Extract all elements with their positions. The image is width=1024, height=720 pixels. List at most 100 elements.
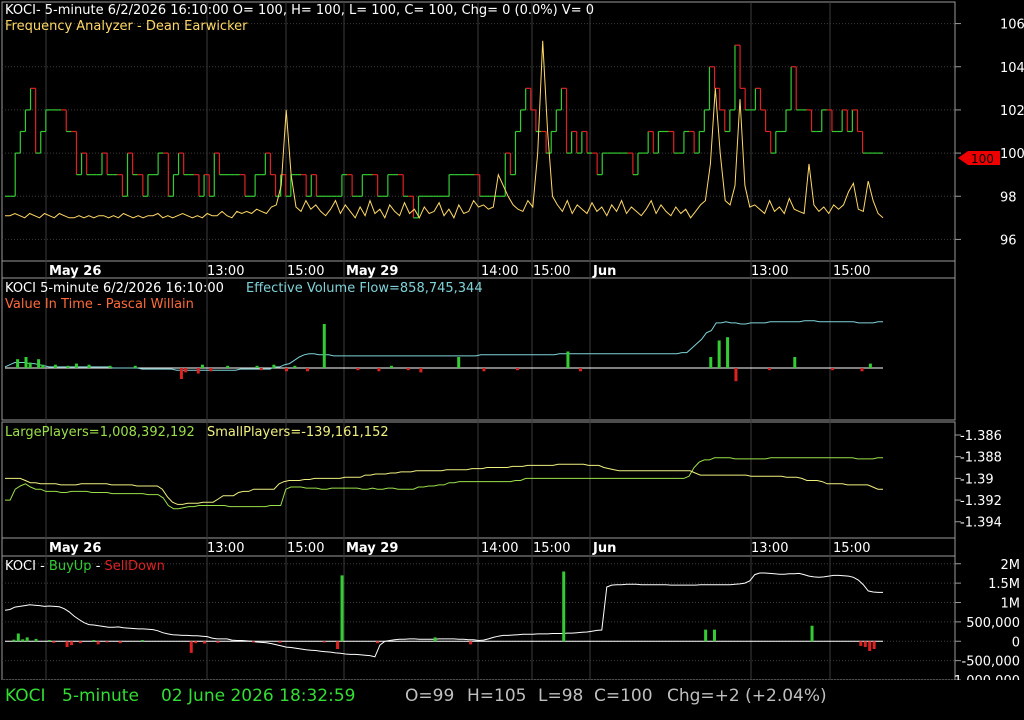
volume-bar xyxy=(709,357,713,368)
buyup-selldown-bar xyxy=(70,641,74,646)
y-tick-label: 0 xyxy=(1012,635,1020,650)
volume-bar xyxy=(272,364,276,368)
volume-bar xyxy=(41,364,45,368)
panel2-subtitle: Value In Time - Pascal Willain xyxy=(5,297,194,312)
x-tick-label: 15:00 xyxy=(833,264,870,279)
footer-low: L=98 xyxy=(538,686,584,706)
buyup-selldown-bar xyxy=(433,637,437,642)
y-tick-label: -1.386 xyxy=(960,429,1002,444)
volume-bar xyxy=(419,368,423,373)
large-players-label: LargePlayers=1,008,392,192 xyxy=(5,425,195,440)
y-tick-label: 100 xyxy=(1000,147,1024,162)
x-tick-label: 13:00 xyxy=(751,264,788,279)
buyup-selldown-bar xyxy=(712,629,716,642)
volume-bar xyxy=(305,368,309,372)
buyup-selldown-bar xyxy=(340,575,344,642)
x-tick-label: Jun xyxy=(592,541,616,556)
volume-bar xyxy=(293,365,297,368)
volume-bar xyxy=(482,368,486,372)
volume-bar xyxy=(37,359,41,368)
footer-symbol: KOCI xyxy=(5,686,46,706)
buyup-selldown-bar xyxy=(34,638,38,642)
buyup-selldown-bar xyxy=(12,639,16,642)
x-tick-label: 14:00 xyxy=(481,541,518,556)
x-tick-label: May 26 xyxy=(49,541,101,556)
volume-bar xyxy=(184,368,188,373)
footer-datetime: 02 June 2026 18:32:59 xyxy=(161,686,356,706)
volume-bar xyxy=(726,337,730,368)
buyup-selldown-bar xyxy=(322,641,326,643)
volume-bar xyxy=(200,364,204,368)
buyup-selldown-bar xyxy=(140,640,144,642)
panel4-title-sep: - xyxy=(96,559,101,574)
buyup-selldown-bar xyxy=(375,641,379,644)
price-marker-label: 100 xyxy=(971,152,994,166)
volume-bar xyxy=(179,368,183,379)
y-tick-label: 500,000 xyxy=(966,616,1020,631)
panel2-header: KOCI 5-minute 6/2/2026 16:10:00 xyxy=(5,281,224,296)
y-tick-label: 104 xyxy=(1000,61,1024,76)
volume-bar xyxy=(74,363,78,368)
volume-bar xyxy=(768,368,772,371)
panel4-title-prefix: KOCI - xyxy=(5,559,49,574)
y-tick-label: -500,000 xyxy=(962,655,1020,670)
x-tick-label: 15:00 xyxy=(287,541,324,556)
volume-bar xyxy=(793,357,797,368)
buyup-selldown-bar xyxy=(189,641,193,653)
volume-bar xyxy=(389,365,393,368)
buyup-selldown-bar xyxy=(16,633,20,642)
volume-bar xyxy=(24,357,28,368)
volume-bar xyxy=(87,364,91,368)
x-tick-label: 15:00 xyxy=(533,541,570,556)
buy-up-label: BuyUp xyxy=(49,559,92,574)
stock-chart: May 26 13:00 15:00 May 29 14:00 15:00 Jun 13:00… xyxy=(1,1,1024,689)
buyup-selldown-bar xyxy=(194,641,198,644)
x-tick-label: May 29 xyxy=(346,264,398,279)
effective-volume-flow-label: Effective Volume Flow=858,745,344 xyxy=(246,281,483,296)
y-tick-label: 1.5M xyxy=(988,577,1020,592)
x-tick-label: 13:00 xyxy=(751,541,788,556)
x-tick-label: May 29 xyxy=(346,541,398,556)
y-tick-label: -1.392 xyxy=(960,494,1002,509)
axis-labels: May 26 13:00 15:00 May 29 14:00 15:00 Jun 13:00… xyxy=(49,18,1024,689)
volume-bar xyxy=(196,368,200,374)
buyup-selldown-bar xyxy=(251,641,255,643)
volume-bar xyxy=(108,365,112,368)
volume-bar xyxy=(28,362,32,368)
volume-bar xyxy=(406,368,410,371)
panel1-header: KOCI- 5-minute 6/2/2026 16:10:00 O= 100,… xyxy=(5,3,594,18)
status-bar: KOCI 5-minute 02 June 2026 18:32:59 O=99… xyxy=(0,680,1024,720)
y-tick-label: -1.39 xyxy=(960,472,994,487)
buyup-selldown-bar xyxy=(562,571,566,642)
buyup-selldown-bar xyxy=(336,641,340,649)
volume-bar xyxy=(377,368,381,372)
footer-interval: 5-minute xyxy=(62,686,139,706)
x-tick-label: 14:00 xyxy=(481,264,518,279)
volume-bar xyxy=(322,324,326,368)
buyup-selldown-bar xyxy=(810,625,814,642)
volume-bar xyxy=(579,368,583,372)
volume-bar xyxy=(133,365,137,368)
x-tick-label: 15:00 xyxy=(533,264,570,279)
buyup-selldown-bar xyxy=(25,637,29,642)
volume-bar xyxy=(717,340,721,368)
footer-high: H=105 xyxy=(467,686,527,706)
x-tick-label: May 26 xyxy=(49,264,101,279)
volume-bar xyxy=(457,357,461,368)
volume-bar xyxy=(259,368,263,371)
buyup-selldown-bar xyxy=(21,639,25,642)
buyup-selldown-bar xyxy=(105,641,109,643)
buyup-selldown-bar xyxy=(872,641,876,649)
x-tick-label: 13:00 xyxy=(207,541,244,556)
y-tick-label: 98 xyxy=(1000,190,1017,205)
volume-bar xyxy=(516,368,520,371)
y-tick-label: 96 xyxy=(1000,233,1017,248)
volume-bar xyxy=(53,364,57,368)
sell-down-label: SellDown xyxy=(105,559,165,574)
y-tick-label: 106 xyxy=(1000,18,1024,33)
buyup-selldown-bar xyxy=(52,641,56,643)
x-tick-label: 13:00 xyxy=(207,264,244,279)
volume-bar xyxy=(209,368,213,372)
buyup-selldown-bar xyxy=(278,641,282,643)
buyup-selldown-bar xyxy=(118,641,122,644)
